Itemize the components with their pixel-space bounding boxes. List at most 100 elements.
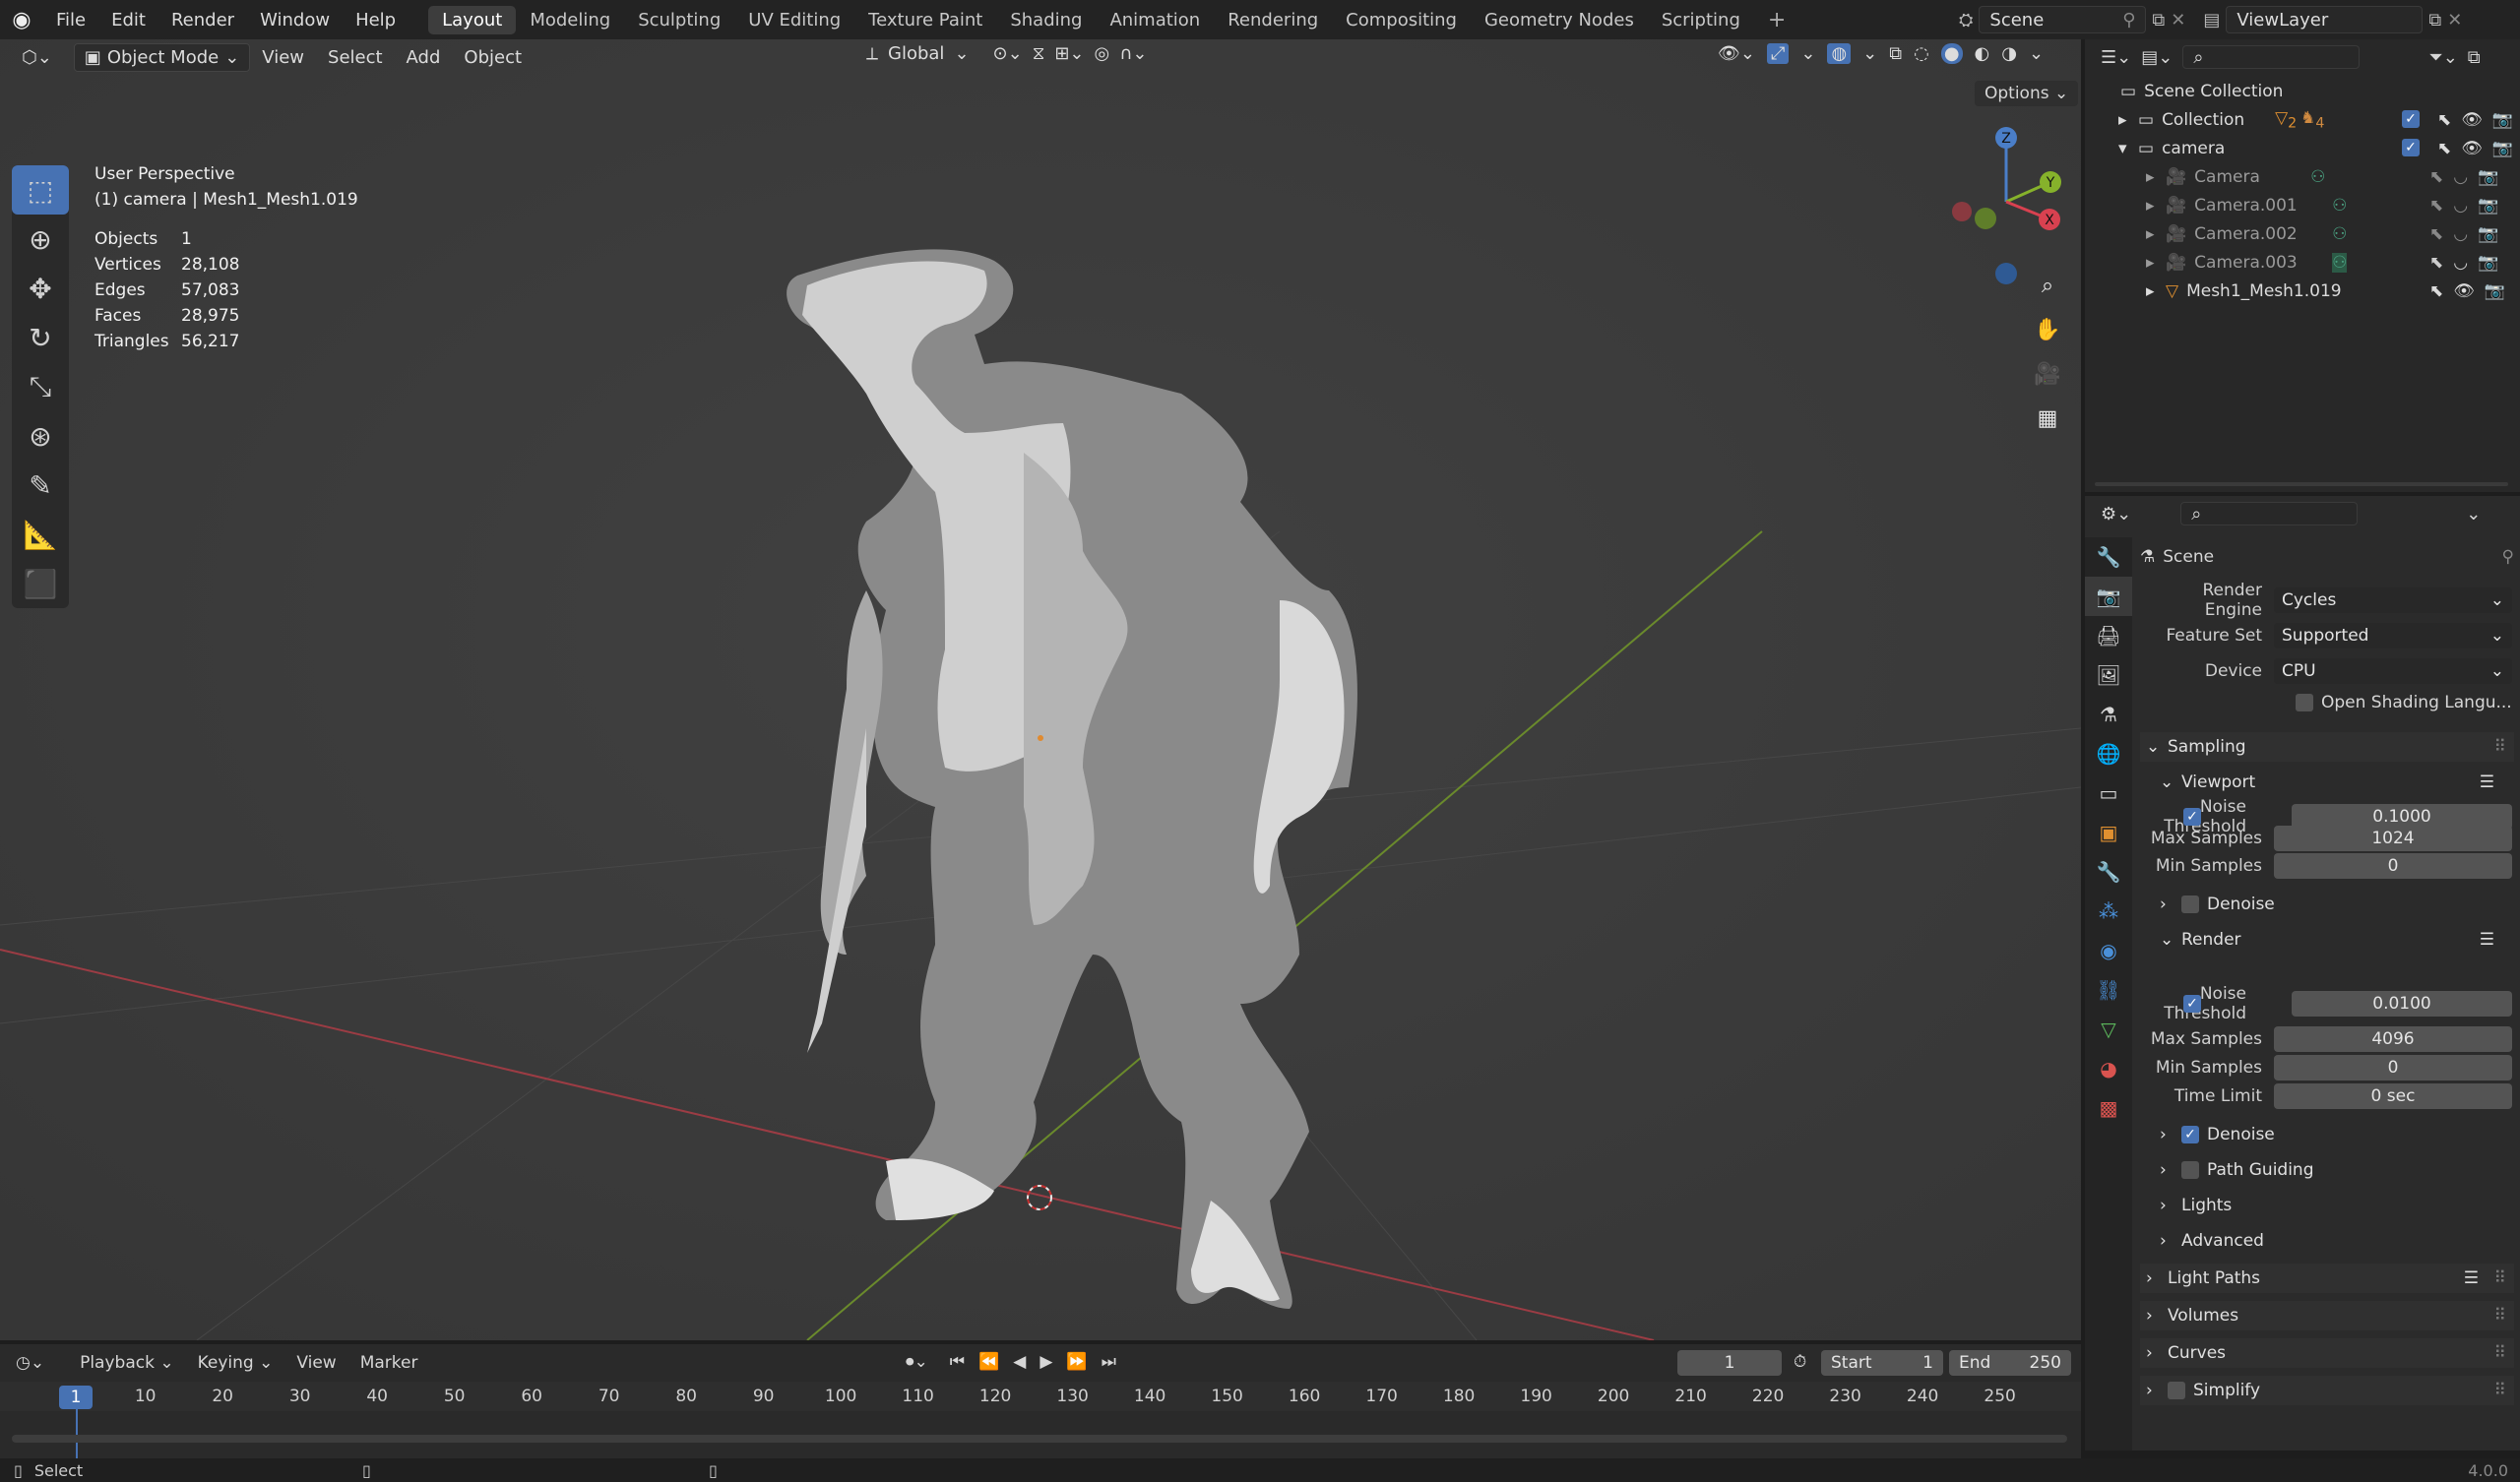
render-camera-icon[interactable]: 📷 — [2478, 253, 2498, 273]
gizmo-toggle-icon[interactable]: ⤢ — [1766, 43, 1790, 64]
new-scene-icon[interactable]: ⧉ — [2152, 10, 2165, 31]
tab-shading[interactable]: Shading — [996, 6, 1096, 34]
sampling-section-header[interactable]: ⌄ Sampling ⠿ — [2140, 732, 2514, 762]
drag-handle-icon[interactable]: ⠿ — [2494, 1268, 2506, 1288]
outliner-editor-icon[interactable]: ☰⌄ — [2101, 47, 2131, 68]
menu-window[interactable]: Window — [247, 10, 343, 31]
xray-icon[interactable]: ⧉ — [1889, 43, 1902, 64]
menu-help[interactable]: Help — [343, 10, 409, 31]
collection-checkbox[interactable]: ✓ — [2402, 138, 2420, 156]
expand-arrow-icon[interactable]: ▸ — [2146, 167, 2166, 187]
drag-handle-icon[interactable]: ⠿ — [2494, 737, 2506, 757]
drag-handle-icon[interactable]: ⠿ — [2494, 1306, 2506, 1326]
options-dropdown[interactable]: Options ⌄ — [1975, 81, 2079, 106]
menu-marker[interactable]: Marker — [348, 1350, 430, 1376]
vp-noise-threshold-checkbox[interactable]: ✓ — [2183, 808, 2201, 826]
expand-arrow-icon[interactable]: ▸ — [2146, 196, 2166, 216]
outliner-row-mesh[interactable]: ▸ ▽ Mesh1_Mesh1.019 ⬉ 👁 📷 — [2085, 277, 2520, 305]
rendered-shading-icon[interactable]: ◑ — [2001, 43, 2017, 64]
timeline-editor-icon[interactable]: ◷⌄ — [16, 1353, 44, 1373]
scene-tab-icon[interactable]: ⚗ — [2085, 695, 2132, 734]
material-shading-icon[interactable]: ◐ — [1975, 43, 1990, 64]
tab-uv-editing[interactable]: UV Editing — [734, 6, 854, 34]
r-noise-threshold-checkbox[interactable]: ✓ — [2183, 995, 2201, 1013]
timeline-scrollbar[interactable] — [12, 1435, 2067, 1443]
properties-options-icon[interactable]: ⌄ — [2466, 504, 2481, 525]
properties-search-input[interactable]: ⌕ — [2180, 502, 2359, 525]
outliner-row-camera-002[interactable]: ▸ 🎥 Camera.002 ⚇ ⬉ ◡ 📷 — [2085, 219, 2520, 248]
render-camera-icon[interactable]: 📷 — [2492, 110, 2513, 130]
play-icon[interactable]: ▶ — [1040, 1352, 1052, 1372]
menu-timeline-view[interactable]: View — [284, 1350, 347, 1376]
jump-end-icon[interactable]: ⏭ — [1102, 1352, 1116, 1372]
outliner-search-input[interactable]: ⌕ — [2182, 45, 2361, 69]
add-cube-icon[interactable]: ⬛ — [12, 559, 69, 608]
render-camera-icon[interactable]: 📷 — [2478, 196, 2498, 216]
navigation-gizmo[interactable]: Z Y X — [1944, 123, 2072, 290]
tab-modeling[interactable]: Modeling — [516, 6, 624, 34]
overlay-toggle-icon[interactable]: ◍ — [1827, 43, 1852, 64]
render-tab-icon[interactable]: 📷 — [2085, 577, 2132, 616]
menu-view[interactable]: View — [250, 44, 316, 71]
add-workspace-button[interactable]: + — [1754, 8, 1799, 32]
snap-target-icon[interactable]: ⊞⌄ — [1054, 43, 1084, 64]
eye-closed-icon[interactable]: ◡ — [2453, 224, 2468, 244]
stopwatch-icon[interactable]: ⏱ — [1794, 1352, 1806, 1372]
selectable-icon[interactable]: ⬉ — [2437, 110, 2451, 130]
list-presets-icon[interactable]: ☰ — [2480, 772, 2494, 792]
menu-select[interactable]: Select — [316, 44, 395, 71]
zoom-icon[interactable]: ⌕ — [2028, 266, 2067, 305]
simplify-checkbox[interactable] — [2168, 1382, 2185, 1399]
pin-icon[interactable]: ⚲ — [2122, 10, 2135, 31]
selectable-icon[interactable]: ⬉ — [2429, 167, 2443, 187]
menu-object[interactable]: Object — [452, 44, 534, 71]
view-layer-tab-icon[interactable]: 🖼 — [2085, 655, 2132, 695]
rotate-icon[interactable]: ↻ — [12, 313, 69, 362]
osl-checkbox[interactable] — [2296, 694, 2313, 711]
constraints-tab-icon[interactable]: ⛓ — [2085, 970, 2132, 1010]
material-tab-icon[interactable]: ◕ — [2085, 1049, 2132, 1088]
expand-arrow-icon[interactable]: ▸ — [2146, 281, 2166, 301]
playhead[interactable]: 1 — [59, 1386, 93, 1409]
expand-arrow-icon[interactable]: ▸ — [2146, 224, 2166, 244]
curves-section[interactable]: › Curves ⠿ — [2140, 1338, 2514, 1368]
render-camera-icon[interactable]: 📷 — [2485, 281, 2505, 301]
render-engine-dropdown[interactable]: Cycles ⌄ — [2274, 587, 2512, 613]
r-denoise-checkbox[interactable]: ✓ — [2181, 1126, 2199, 1143]
proportional-edit-icon[interactable]: ◎ — [1095, 43, 1110, 64]
mode-selector[interactable]: ▣ Object Mode ⌄ — [73, 42, 251, 72]
modifier-tab-icon[interactable]: 🔧 — [2085, 852, 2132, 892]
tab-sculpting[interactable]: Sculpting — [624, 6, 734, 34]
world-tab-icon[interactable]: 🌐 — [2085, 734, 2132, 773]
grid-ortho-icon[interactable]: ▦ — [2028, 399, 2067, 438]
snap-icon[interactable]: ⧖ — [1033, 43, 1045, 64]
annotate-icon[interactable]: ✎ — [12, 461, 69, 510]
expand-arrow-icon[interactable]: ▸ — [2118, 110, 2138, 130]
render-camera-icon[interactable]: 📷 — [2478, 224, 2498, 244]
output-tab-icon[interactable]: 🖨 — [2085, 616, 2132, 655]
shading-options-icon[interactable]: ⌄ — [2029, 43, 2044, 64]
eye-icon[interactable]: 👁 — [2461, 139, 2483, 158]
jump-start-icon[interactable]: ⏮ — [950, 1352, 965, 1372]
outliner-row-camera-collection[interactable]: ▾ ▭ camera ✓ ⬉ 👁 📷 — [2085, 134, 2520, 162]
move-icon[interactable]: ✥ — [12, 264, 69, 313]
tab-texture-paint[interactable]: Texture Paint — [854, 6, 996, 34]
delete-viewlayer-icon[interactable]: ✕ — [2447, 10, 2462, 31]
pivot-icon[interactable]: ⊙⌄ — [993, 43, 1023, 64]
feature-set-dropdown[interactable]: Supported ⌄ — [2274, 623, 2512, 648]
viewport-subsection-header[interactable]: ⌄ Viewport ☰ — [2140, 768, 2514, 797]
vp-max-samples-field[interactable]: 1024 — [2274, 826, 2512, 851]
jump-keyframe-forward-icon[interactable]: ⏩ — [1066, 1352, 1087, 1372]
light-paths-section[interactable]: › Light Paths ☰ ⠿ — [2140, 1264, 2514, 1293]
collection-checkbox[interactable]: ✓ — [2402, 109, 2420, 128]
simplify-section[interactable]: › Simplify ⠿ — [2140, 1376, 2514, 1405]
selectable-icon[interactable]: ⬉ — [2429, 224, 2443, 244]
scale-icon[interactable]: ⤡ — [12, 362, 69, 411]
blender-logo-icon[interactable]: ◉ — [0, 0, 43, 39]
tab-scripting[interactable]: Scripting — [1648, 6, 1754, 34]
transform-icon[interactable]: ⊛ — [12, 411, 69, 461]
selectable-icon[interactable]: ⬉ — [2429, 281, 2443, 301]
new-collection-icon[interactable]: ⧉ — [2468, 47, 2481, 68]
render-camera-icon[interactable]: 📷 — [2492, 139, 2513, 158]
path-guiding-checkbox[interactable] — [2181, 1161, 2199, 1179]
